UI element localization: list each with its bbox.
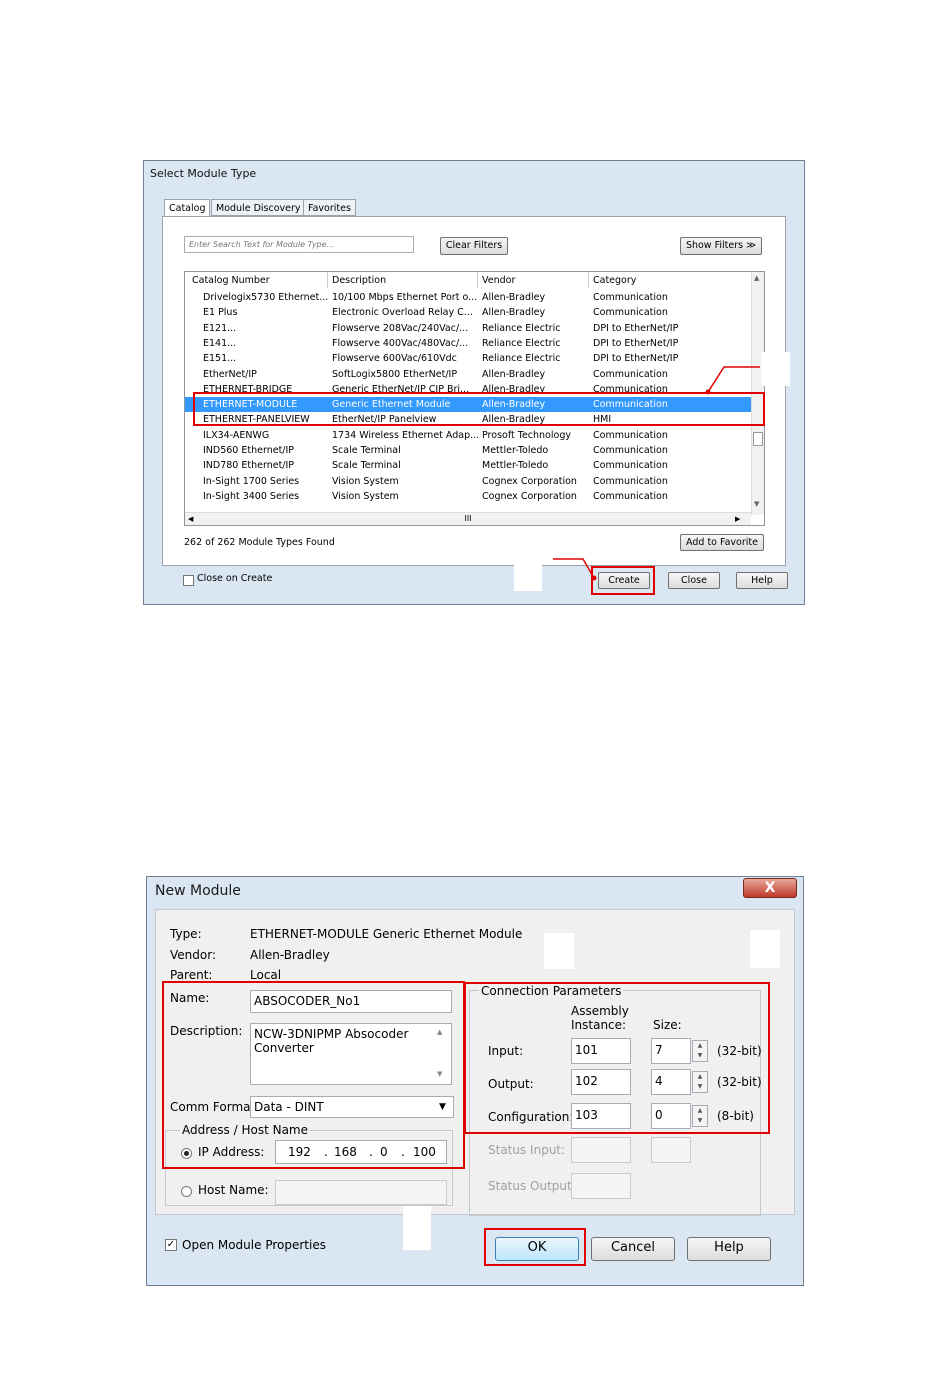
callout-label-box	[750, 930, 780, 968]
status-input-field[interactable]	[571, 1137, 631, 1163]
parent-label: Parent:	[170, 968, 213, 982]
highlight-box	[464, 982, 770, 1134]
type-label: Type:	[170, 927, 202, 941]
type-value: ETHERNET-MODULE Generic Ethernet Module	[250, 927, 523, 941]
callout-label-box	[761, 352, 790, 386]
host-name-radio[interactable]	[181, 1186, 192, 1197]
host-name-field[interactable]	[275, 1180, 447, 1205]
open-module-properties-label: Open Module Properties	[182, 1238, 326, 1252]
status-input-label: Status Input:	[488, 1143, 566, 1157]
cancel-button[interactable]: Cancel	[591, 1237, 675, 1261]
highlight-box	[162, 981, 465, 1169]
highlight-box	[484, 1228, 586, 1266]
host-name-label: Host Name:	[198, 1183, 269, 1197]
vendor-label: Vendor:	[170, 948, 216, 962]
close-icon[interactable]: X	[743, 878, 797, 898]
parent-value: Local	[250, 968, 282, 982]
status-output-field[interactable]	[571, 1173, 631, 1199]
vendor-value: Allen-Bradley	[250, 948, 330, 962]
callout-label-box	[403, 1206, 431, 1250]
callout-label-box	[514, 561, 542, 591]
help-button[interactable]: Help	[687, 1237, 771, 1261]
status-input-size-field[interactable]	[651, 1137, 691, 1163]
callout-label-box	[544, 933, 574, 969]
open-module-properties-checkbox[interactable]: ✓	[165, 1239, 177, 1251]
dialog-title: New Module	[155, 883, 241, 899]
status-output-label: Status Output:	[488, 1179, 576, 1193]
